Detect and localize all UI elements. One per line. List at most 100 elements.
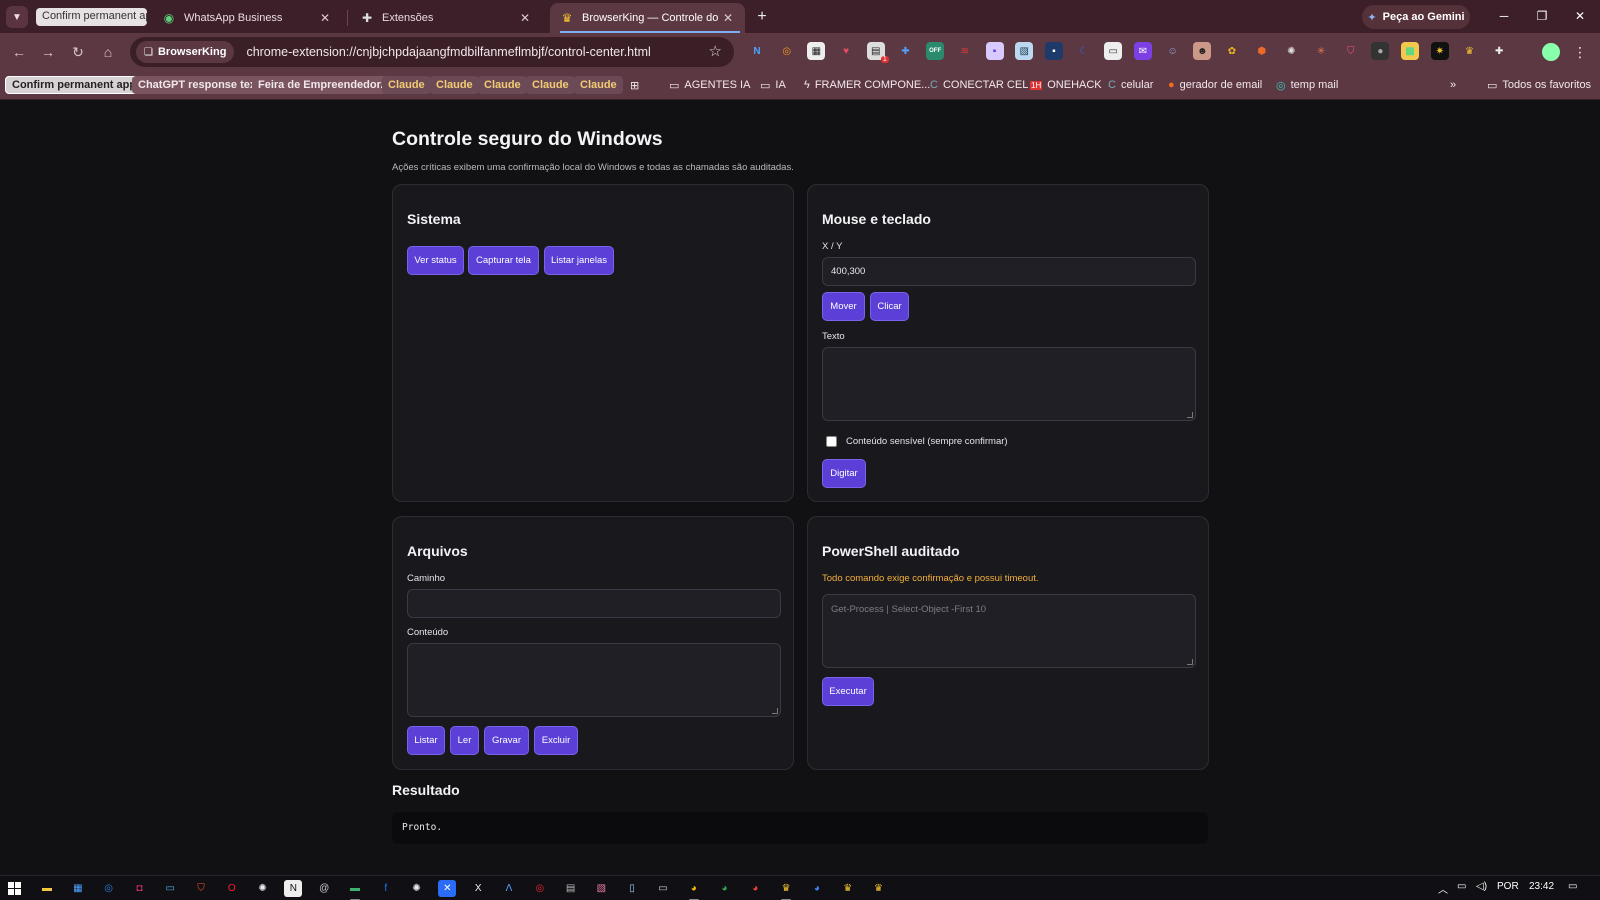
notion-icon[interactable]: N bbox=[284, 880, 303, 897]
reload-button[interactable]: ↻ bbox=[67, 41, 89, 63]
file-explorer-icon[interactable]: ▬ bbox=[38, 880, 56, 897]
powershell-command-input[interactable]: Get-Process | Select-Object -First 10 bbox=[822, 594, 1196, 668]
arc-icon[interactable]: Λ bbox=[500, 880, 518, 897]
facebook-icon[interactable]: f bbox=[377, 880, 395, 897]
resize-handle[interactable] bbox=[1187, 412, 1193, 418]
chat-extension-icon[interactable]: ✉ bbox=[1133, 42, 1152, 60]
moon-extension-icon[interactable]: ☾ bbox=[1075, 42, 1093, 60]
capcut-icon[interactable]: ✕ bbox=[438, 880, 457, 897]
extension-origin-chip[interactable]: ❏ BrowserKing bbox=[136, 41, 235, 63]
all-bookmarks-folder[interactable]: ▭ Todos os favoritos bbox=[1487, 76, 1591, 94]
list-windows-button[interactable]: Listar janelas bbox=[544, 246, 614, 275]
chrome-icon[interactable]: ◕ bbox=[746, 880, 764, 897]
openai-extension-icon[interactable]: ✺ bbox=[1282, 42, 1300, 60]
address-bar[interactable]: ❏ BrowserKing chrome-extension://cnjbjch… bbox=[130, 37, 734, 67]
puzzle-blue-extension-icon[interactable]: ✚ bbox=[896, 42, 914, 60]
clock[interactable]: 23:42 bbox=[1529, 881, 1554, 892]
type-button[interactable]: Digitar bbox=[822, 459, 866, 488]
palette-extension-icon[interactable]: ▩ bbox=[1401, 42, 1420, 60]
content-input[interactable] bbox=[407, 643, 781, 717]
chrome-icon[interactable]: ◕ bbox=[808, 880, 826, 897]
forward-button[interactable]: → bbox=[37, 41, 59, 63]
status-button[interactable]: Ver status bbox=[407, 246, 464, 275]
square-purple-extension-icon[interactable]: ▪ bbox=[985, 42, 1004, 60]
crown-icon[interactable]: ♛ bbox=[870, 880, 888, 897]
image-extension-icon[interactable]: ▧ bbox=[1015, 42, 1034, 60]
click-button[interactable]: Clicar bbox=[870, 292, 909, 321]
home-button[interactable]: ⌂ bbox=[97, 41, 119, 63]
apps-grid-icon[interactable]: ⊞ bbox=[630, 76, 639, 94]
tab-extensions[interactable]: ✚ Extensões ✕ bbox=[350, 3, 542, 33]
profile-avatar[interactable] bbox=[1540, 41, 1562, 63]
threads-icon[interactable]: @ bbox=[315, 880, 333, 897]
brave-icon[interactable]: ⛉ bbox=[192, 880, 210, 897]
sensitive-checkbox-row[interactable]: Conteúdo sensível (sempre confirmar) bbox=[826, 436, 1008, 447]
opera-icon[interactable]: O bbox=[223, 880, 241, 897]
resize-handle[interactable] bbox=[1187, 659, 1193, 665]
openai-icon[interactable]: ✺ bbox=[408, 880, 426, 897]
move-button[interactable]: Mover bbox=[822, 292, 865, 321]
tab-browserking[interactable]: ♛ BrowserKing — Controle do W ✕ bbox=[550, 3, 745, 33]
terminal-icon[interactable]: ▭ bbox=[654, 880, 672, 897]
paint-icon[interactable]: ▧ bbox=[592, 880, 610, 897]
cube-extension-icon[interactable]: ⬢ bbox=[1253, 42, 1271, 60]
bookmark-link[interactable]: ● gerador de email bbox=[1168, 76, 1262, 94]
dark-square-extension-icon[interactable]: ▪ bbox=[1044, 42, 1063, 60]
printer-icon[interactable]: ▤ bbox=[562, 880, 580, 897]
bookmark-chip[interactable]: Feira de Empreendedor... bbox=[252, 76, 396, 94]
display-icon[interactable]: ▭ bbox=[161, 880, 179, 897]
heart-extension-icon[interactable]: ♥ bbox=[837, 42, 855, 60]
notepad-icon[interactable]: ▯ bbox=[623, 880, 641, 897]
gemini-button[interactable]: ✦ Peça ao Gemini bbox=[1362, 5, 1470, 29]
monitor-icon[interactable]: ▬ bbox=[346, 880, 364, 900]
sensitive-checkbox[interactable] bbox=[826, 436, 837, 447]
bookmark-chip[interactable]: ChatGPT response text bbox=[132, 76, 266, 94]
chatgpt-icon[interactable]: ✺ bbox=[254, 880, 272, 897]
outlook-icon[interactable]: ◎ bbox=[100, 880, 118, 897]
close-icon[interactable]: ✕ bbox=[721, 11, 735, 25]
delete-file-button[interactable]: Excluir bbox=[534, 726, 578, 755]
wifi-extension-icon[interactable]: ≋ bbox=[956, 42, 974, 60]
path-input[interactable] bbox=[407, 589, 781, 618]
chevron-up-icon[interactable]: ︿ bbox=[1438, 881, 1448, 896]
resize-handle[interactable] bbox=[772, 708, 778, 714]
network-icon[interactable]: ▭ bbox=[1457, 881, 1466, 892]
bee-extension-icon[interactable]: ✿ bbox=[1223, 42, 1241, 60]
back-button[interactable]: ← bbox=[8, 41, 30, 63]
kebab-menu-icon[interactable]: ⋮ bbox=[1572, 41, 1588, 63]
store-icon[interactable]: ▦ bbox=[69, 880, 87, 897]
target-icon[interactable]: ◎ bbox=[531, 880, 549, 897]
chrome-icon[interactable]: ◕ bbox=[685, 880, 703, 900]
restore-button[interactable]: ❐ bbox=[1522, 4, 1562, 28]
write-file-button[interactable]: Gravar bbox=[484, 726, 529, 755]
window-extension-icon[interactable]: ▭ bbox=[1104, 42, 1123, 60]
close-window-button[interactable]: ✕ bbox=[1560, 4, 1600, 28]
windows-start-icon[interactable] bbox=[8, 882, 21, 895]
bookmark-chip[interactable]: Confirm permanent app bbox=[5, 76, 144, 94]
bookmark-chip[interactable]: Claude bbox=[382, 76, 431, 94]
honey-extension-icon[interactable]: ◎ bbox=[778, 42, 796, 60]
bookmark-link[interactable]: 1H ONEHACK bbox=[1030, 76, 1102, 94]
text-input[interactable] bbox=[822, 347, 1196, 421]
new-tab-button[interactable]: + bbox=[752, 7, 772, 27]
bot-extension-icon[interactable]: ☺ bbox=[1164, 42, 1182, 60]
qr-extension-icon[interactable]: ▦ bbox=[807, 42, 826, 60]
puzzle-icon[interactable]: ✚ bbox=[1490, 42, 1508, 60]
bookmark-link[interactable]: ◎ temp mail bbox=[1276, 76, 1338, 94]
claude-extension-icon[interactable]: ✳ bbox=[1312, 42, 1330, 60]
bookmark-chip[interactable]: Claude bbox=[430, 76, 479, 94]
bookmark-chip[interactable]: Claude bbox=[526, 76, 575, 94]
badge-extension-icon[interactable]: ▤ 1 bbox=[866, 42, 889, 63]
lens-extension-icon[interactable]: ● bbox=[1371, 42, 1390, 60]
bookmark-link[interactable]: ϟ FRAMER COMPONE... bbox=[804, 76, 930, 94]
chrome-icon[interactable]: ◕ bbox=[716, 880, 734, 897]
avatar-extension-icon[interactable]: ☻ bbox=[1193, 42, 1212, 60]
tab-search-button[interactable]: ▼ bbox=[6, 6, 28, 28]
bookmark-chip[interactable]: Claude bbox=[478, 76, 527, 94]
close-icon[interactable]: ✕ bbox=[318, 11, 332, 25]
run-button[interactable]: Executar bbox=[822, 677, 874, 706]
list-files-button[interactable]: Listar bbox=[407, 726, 445, 755]
x-icon[interactable]: X bbox=[469, 880, 487, 897]
instagram-icon[interactable]: ◘ bbox=[130, 880, 148, 897]
bookmark-folder[interactable]: ▭ AGENTES IA bbox=[669, 76, 750, 94]
